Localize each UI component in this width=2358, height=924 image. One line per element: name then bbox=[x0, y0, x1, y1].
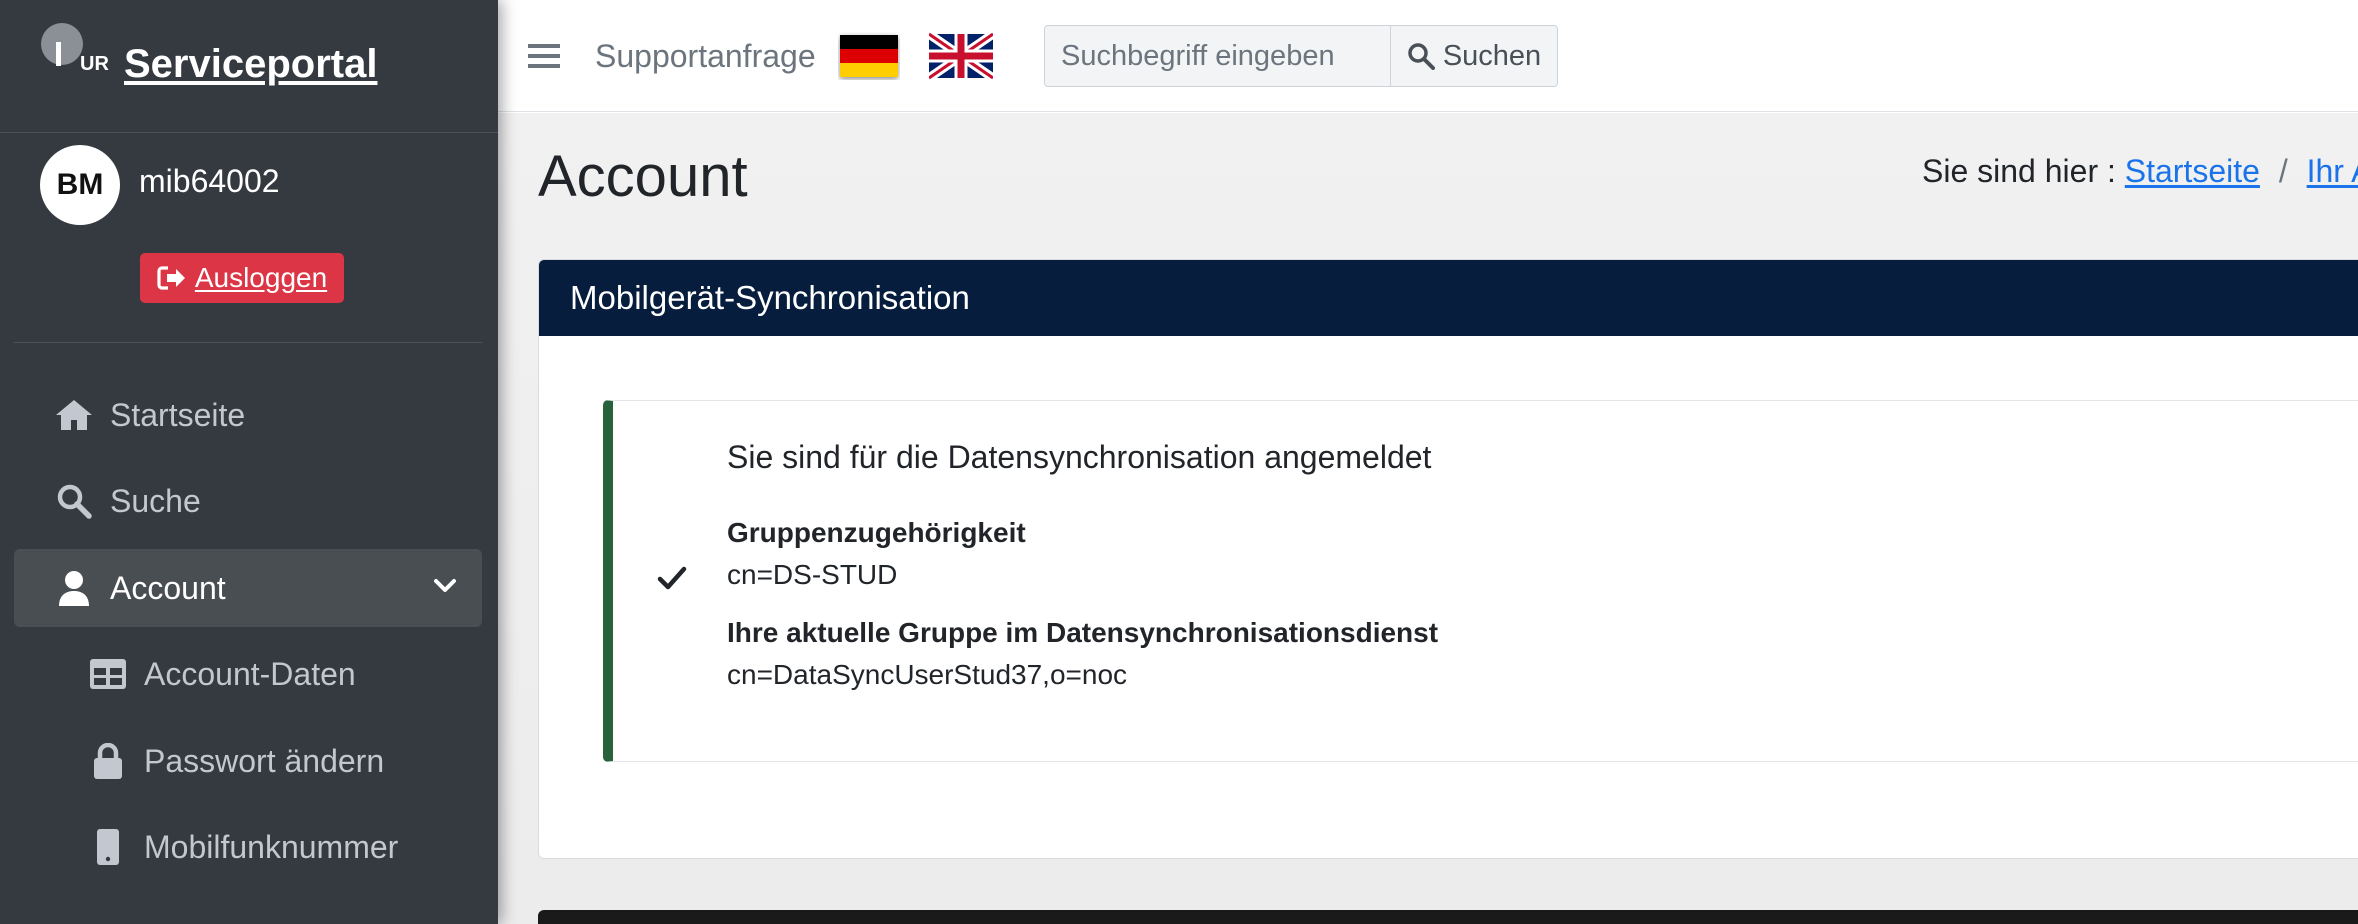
group-membership-label: Gruppenzugehörigkeit bbox=[727, 517, 1026, 548]
group-membership-value: cn=DS-STUD bbox=[727, 559, 898, 590]
university-logo-icon: UR bbox=[41, 23, 109, 75]
sidebar-item-startseite[interactable]: Startseite bbox=[14, 376, 482, 454]
sidebar-item-label: Suche bbox=[110, 482, 201, 519]
mobile-phone-icon bbox=[84, 823, 132, 871]
page-title: Account bbox=[538, 144, 748, 209]
avatar: BM bbox=[40, 145, 120, 225]
sidebar-item-suche[interactable]: Suche bbox=[14, 462, 482, 540]
logout-label: Ausloggen bbox=[194, 262, 328, 293]
sidebar-item-account-daten[interactable]: Account-Daten bbox=[14, 635, 482, 713]
search-icon bbox=[50, 477, 98, 525]
logout-button[interactable]: Ausloggen bbox=[140, 253, 344, 303]
support-request-link[interactable]: Supportanfrage bbox=[595, 38, 816, 75]
next-card-header bbox=[538, 910, 2358, 924]
uk-flag-icon[interactable] bbox=[929, 32, 993, 80]
search-icon bbox=[1408, 43, 1435, 70]
current-group-value: cn=DataSyncUserStud37,o=noc bbox=[727, 659, 1128, 690]
sidebar-item-label: Passwort ändern bbox=[144, 742, 385, 779]
lock-icon bbox=[84, 737, 132, 785]
sign-out-icon bbox=[157, 266, 185, 290]
search-button-label: Suchen bbox=[1442, 39, 1542, 72]
sidebar-item-mobilfunknummer[interactable]: Mobilfunknummer bbox=[14, 808, 482, 886]
search-input[interactable] bbox=[1044, 25, 1390, 87]
sidebar-divider bbox=[14, 342, 482, 343]
sidebar-item-label: Account-Daten bbox=[144, 655, 356, 692]
sidebar-item-account[interactable]: Account bbox=[14, 549, 482, 627]
breadcrumb-link-account[interactable]: Ihr A bbox=[2307, 153, 2358, 189]
card-title: Mobilgerät-Synchronisation bbox=[539, 260, 2358, 336]
sync-card: Mobilgerät-Synchronisation Sie sind für … bbox=[538, 259, 2358, 859]
table-icon bbox=[84, 650, 132, 698]
user-panel: BM mib64002 Ausloggen bbox=[0, 133, 498, 343]
sync-status-heading: Sie sind für die Datensynchronisation an… bbox=[727, 439, 1432, 475]
search-button[interactable]: Suchen bbox=[1390, 25, 1558, 87]
username: mib64002 bbox=[139, 163, 280, 199]
breadcrumb-link-startseite[interactable]: Startseite bbox=[2125, 153, 2260, 189]
sync-status-callout: Sie sind für die Datensynchronisation an… bbox=[603, 400, 2358, 762]
german-flag-icon[interactable] bbox=[838, 32, 900, 80]
main-content: Account Sie sind hier : Startseite / Ihr… bbox=[498, 113, 2358, 924]
svg-text:UR: UR bbox=[80, 53, 109, 75]
sidebar-item-label: Startseite bbox=[110, 396, 246, 433]
home-icon bbox=[50, 391, 98, 439]
sidebar-item-passwort[interactable]: Passwort ändern bbox=[14, 722, 482, 800]
checkmark-icon bbox=[657, 566, 687, 590]
user-icon bbox=[50, 564, 98, 612]
breadcrumb-separator: / bbox=[2278, 153, 2288, 189]
chevron-down-icon[interactable] bbox=[432, 573, 458, 599]
sidebar-item-label: Account bbox=[110, 569, 226, 606]
brand-title[interactable]: Serviceportal bbox=[124, 42, 377, 87]
breadcrumb-prefix: Sie sind hier : bbox=[1922, 153, 2116, 189]
current-group-label: Ihre aktuelle Gruppe im Datensynchronisa… bbox=[727, 617, 1439, 648]
menu-icon[interactable] bbox=[528, 42, 560, 70]
brand[interactable]: UR Serviceportal bbox=[0, 0, 498, 133]
top-navbar: Supportanfrage Suchen bbox=[498, 0, 2358, 112]
sidebar-item-label: Mobilfunknummer bbox=[144, 828, 399, 865]
sidebar: UR Serviceportal BM mib64002 Ausloggen S… bbox=[0, 0, 498, 924]
breadcrumb: Sie sind hier : Startseite / Ihr A bbox=[1922, 153, 2358, 190]
